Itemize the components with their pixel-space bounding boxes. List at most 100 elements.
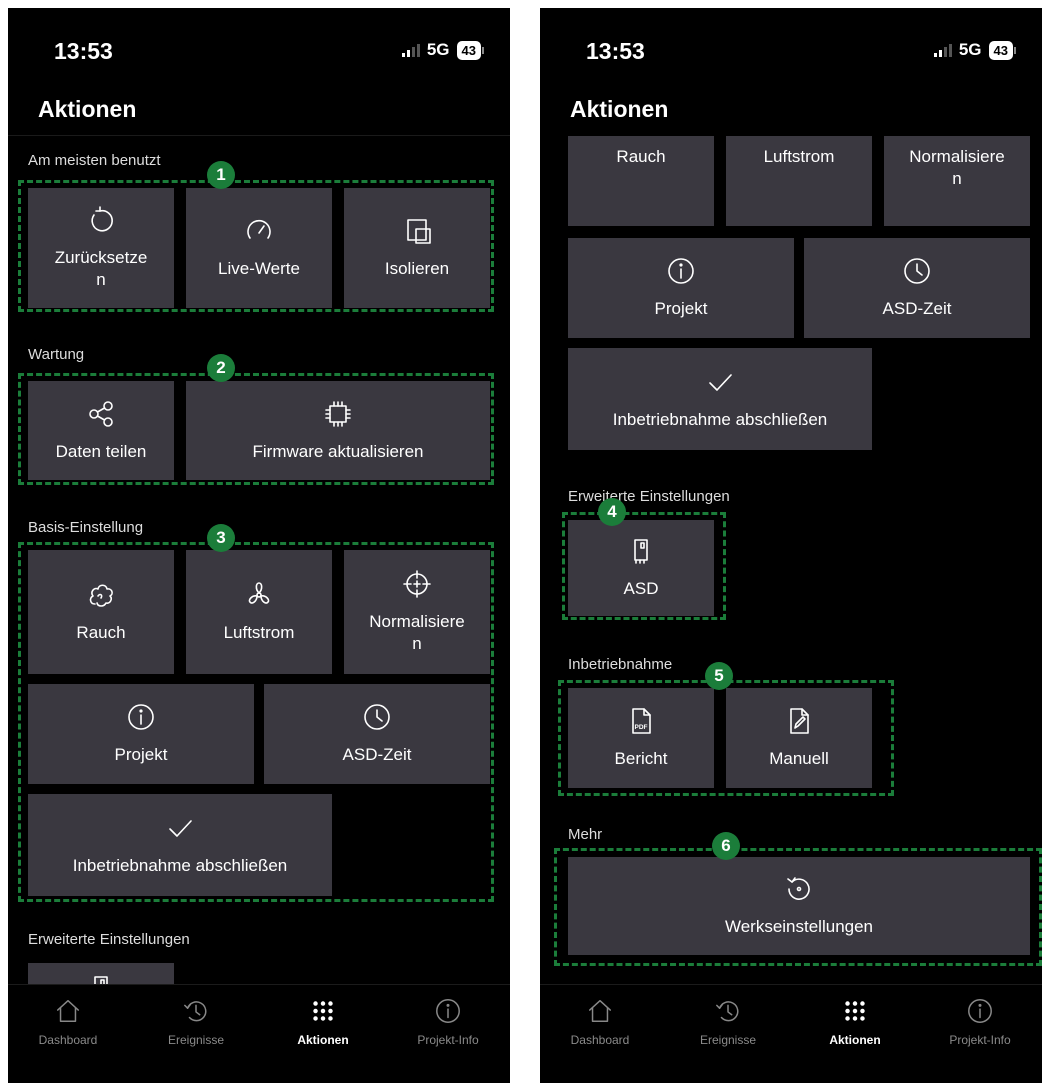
share-data-button[interactable]: Daten teilen <box>28 381 174 480</box>
callout-badge: 6 <box>712 832 740 860</box>
manual-button[interactable]: Manuell <box>726 688 872 788</box>
fan-icon <box>248 582 270 604</box>
network-type: 5G <box>958 40 982 59</box>
tile-label: Normalisiere n <box>909 147 1005 188</box>
section-label-advanced-settings: Erweiterte Einstellungen <box>568 488 730 505</box>
tile-label: Firmware aktualisieren <box>252 441 424 461</box>
tab-dashboard[interactable]: Dashboard <box>545 997 655 1047</box>
normalize-button[interactable]: Normalisiere n <box>344 550 490 674</box>
tab-label: Aktionen <box>297 1033 349 1047</box>
tile-label: Luftstrom <box>223 623 295 642</box>
smoke-button[interactable]: Rauch <box>568 136 714 226</box>
factory-reset-icon <box>787 877 810 900</box>
tab-events[interactable]: Ereignisse <box>673 997 783 1047</box>
status-time: 13:53 <box>54 38 113 64</box>
info-icon <box>668 258 694 284</box>
page-title: Aktionen <box>570 96 669 122</box>
grid-dots-icon <box>845 1001 865 1021</box>
section-label-basic-setup: Basis-Einstellung <box>28 519 144 536</box>
tile-label: Manuell <box>769 749 829 768</box>
tile-label: Inbetriebnahme abschließen <box>72 856 288 875</box>
tab-label: Projekt-Info <box>949 1033 1011 1047</box>
airflow-button[interactable]: Luftstrom <box>186 550 332 674</box>
tab-actions[interactable]: Aktionen <box>268 997 378 1047</box>
info-icon <box>968 999 992 1023</box>
edit-document-icon <box>790 708 809 734</box>
airflow-button[interactable]: Luftstrom <box>726 136 872 226</box>
tile-label: Normalisiere n <box>369 612 465 653</box>
battery-cap <box>1014 46 1016 54</box>
section-label-advanced-settings: Erweiterte Einstellungen <box>28 931 190 948</box>
isolate-button[interactable]: Isolieren <box>344 188 490 308</box>
tile-label: Zurücksetze n <box>54 248 148 289</box>
complete-commissioning-button[interactable]: Inbetriebnahme abschließen <box>28 794 332 896</box>
tab-events[interactable]: Ereignisse <box>141 997 251 1047</box>
tab-label: Projekt-Info <box>417 1033 479 1047</box>
grid-dots-icon <box>313 1001 333 1021</box>
tile-label: Daten teilen <box>55 441 147 461</box>
phone-screen-left: 13:53 5G 43 Aktionen Am meisten benutzt … <box>8 8 510 1083</box>
tab-label: Dashboard <box>38 1033 98 1047</box>
battery-icon: 43 <box>456 40 481 60</box>
tile-label: Bericht <box>614 749 668 768</box>
history-icon <box>184 1001 207 1022</box>
tab-dashboard[interactable]: Dashboard <box>13 997 123 1047</box>
firmware-update-button[interactable]: Firmware aktualisieren <box>186 381 490 480</box>
asd-button[interactable] <box>28 963 174 985</box>
tile-label: Projekt <box>114 745 168 764</box>
normalize-button[interactable]: Normalisiere n <box>884 136 1030 226</box>
tile-label: Projekt <box>654 299 708 318</box>
home-icon <box>56 999 80 1023</box>
tile-label: Werkseinstellungen <box>724 917 874 936</box>
tile-label: Inbetriebnahme abschließen <box>612 410 828 429</box>
status-indicators: 5G 43 <box>933 40 1016 60</box>
tab-bar: Dashboard Ereignisse Aktionen Projekt-In… <box>8 984 510 1083</box>
tile-label: Isolieren <box>384 259 450 278</box>
clock-icon <box>364 704 390 730</box>
tile-label: Rauch <box>616 147 666 166</box>
asd-time-button[interactable]: ASD-Zeit <box>804 238 1030 338</box>
gauge-icon <box>247 219 271 239</box>
signal-icon <box>401 43 420 57</box>
section-label-more: Mehr <box>568 826 603 843</box>
tile-label: ASD <box>623 579 659 598</box>
status-bar: 13:53 5G 43 <box>8 8 510 88</box>
tile-label: Luftstrom <box>763 147 835 166</box>
info-icon <box>436 999 460 1023</box>
clock-icon <box>904 258 930 284</box>
tab-label: Aktionen <box>829 1033 881 1047</box>
battery-icon: 43 <box>988 40 1013 60</box>
asd-button[interactable]: ASD <box>568 520 714 616</box>
actions-scroll-area[interactable]: Rauch Luftstrom Normalisiere n Projekt A… <box>540 136 1042 985</box>
share-icon <box>89 400 113 427</box>
tab-project-info[interactable]: Projekt-Info <box>393 997 503 1047</box>
tab-label: Ereignisse <box>699 1033 757 1047</box>
info-icon <box>128 704 154 730</box>
battery-cap <box>482 46 484 54</box>
isolate-icon <box>407 219 431 244</box>
asd-time-button[interactable]: ASD-Zeit <box>264 684 490 784</box>
reset-icon <box>91 206 113 232</box>
project-button[interactable]: Projekt <box>568 238 794 338</box>
reset-button[interactable]: Zurücksetze n <box>28 188 174 308</box>
project-button[interactable]: Projekt <box>28 684 254 784</box>
network-type: 5G <box>426 40 450 59</box>
status-indicators: 5G 43 <box>401 40 484 60</box>
section-label-commissioning: Inbetriebnahme <box>568 656 673 673</box>
callout-badge: 3 <box>207 524 235 552</box>
signal-icon <box>933 43 952 57</box>
actions-scroll-area[interactable]: Am meisten benutzt Zurücksetze n Live-We… <box>8 136 510 985</box>
report-button[interactable]: PDF Bericht <box>568 688 714 788</box>
live-values-button[interactable]: Live-Werte <box>186 188 332 308</box>
history-icon <box>716 1001 739 1022</box>
factory-reset-button[interactable]: Werkseinstellungen <box>568 857 1030 955</box>
tab-label: Ereignisse <box>167 1033 225 1047</box>
crosshair-icon <box>403 570 431 598</box>
phone-screen-right: 13:53 5G 43 Aktionen Rauch Luftstrom Nor… <box>540 8 1042 1083</box>
tab-actions[interactable]: Aktionen <box>800 997 910 1047</box>
svg-text:PDF: PDF <box>635 724 648 731</box>
smoke-button[interactable]: Rauch <box>28 550 174 674</box>
tab-project-info[interactable]: Projekt-Info <box>925 997 1035 1047</box>
tile-label: ASD-Zeit <box>342 745 412 764</box>
complete-commissioning-button[interactable]: Inbetriebnahme abschließen <box>568 348 872 450</box>
